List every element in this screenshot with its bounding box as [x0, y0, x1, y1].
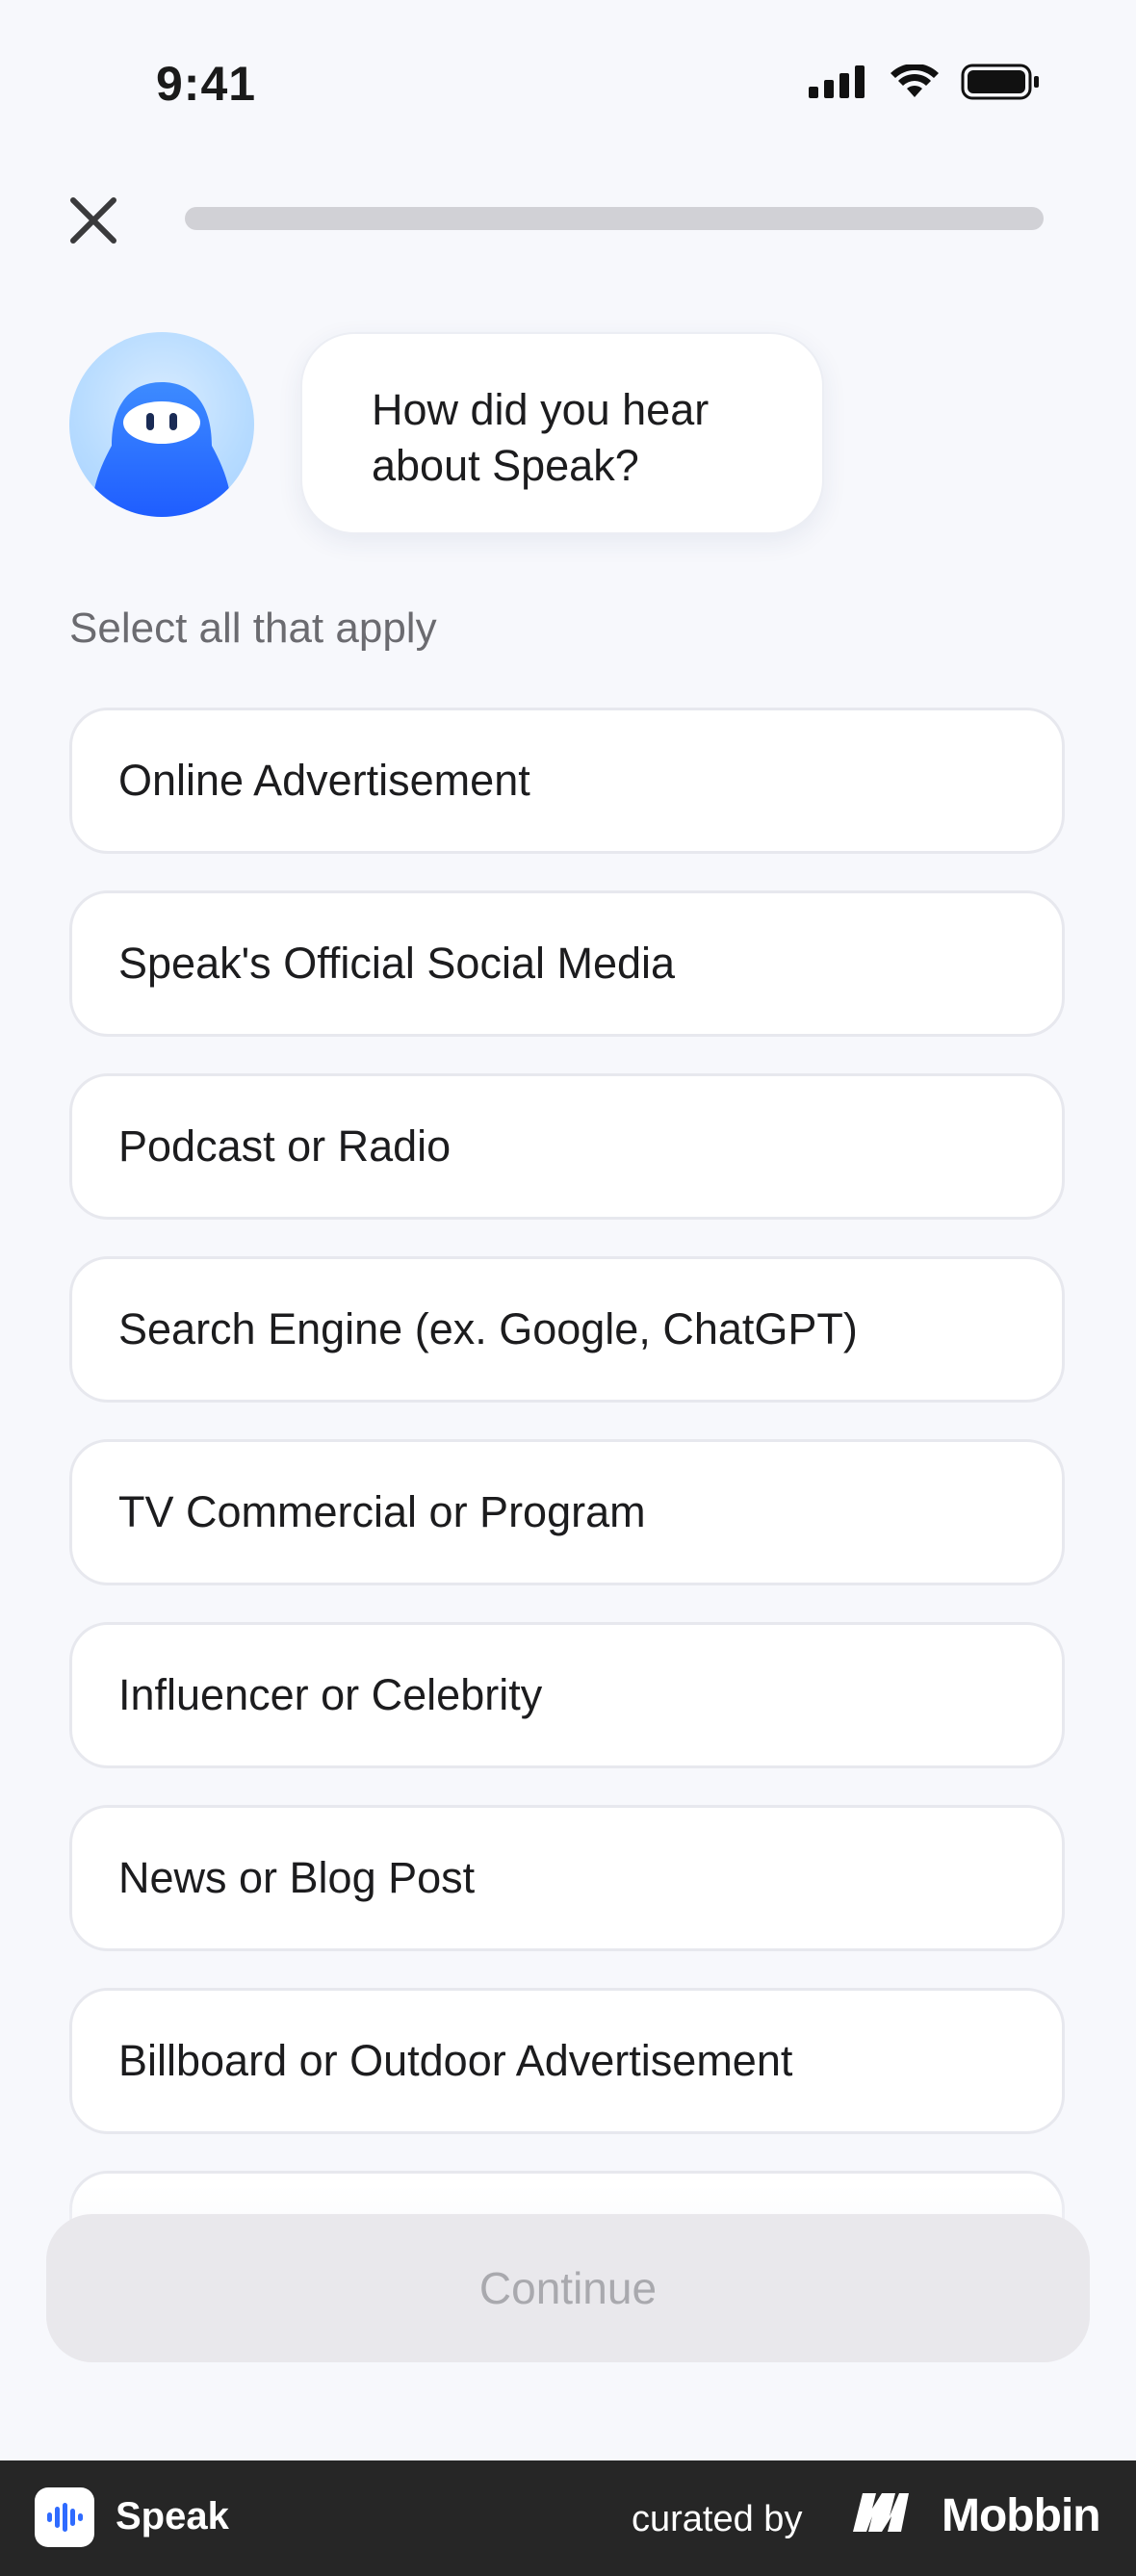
status-bar: 9:41 — [0, 0, 1136, 154]
options-list: Online Advertisement Speak's Official So… — [69, 708, 1065, 2171]
option-official-social-media[interactable]: Speak's Official Social Media — [69, 890, 1065, 1037]
wifi-icon — [891, 64, 939, 97]
option-search-engine[interactable]: Search Engine (ex. Google, ChatGPT) — [69, 1256, 1065, 1403]
mobbin-brand-name: Mobbin — [942, 2490, 1101, 2541]
option-influencer-celebrity[interactable]: Influencer or Celebrity — [69, 1622, 1065, 1768]
mobbin-logo-icon — [853, 2493, 909, 2532]
top-bar — [0, 173, 1136, 260]
status-icons — [809, 64, 1040, 100]
close-icon — [70, 197, 116, 244]
speak-waveform-icon — [47, 2503, 83, 2532]
speak-mascot-avatar — [69, 332, 254, 517]
speak-mascot-icon — [90, 382, 233, 517]
cellular-signal-icon — [809, 65, 865, 98]
curated-by-label: curated by — [632, 2499, 803, 2539]
continue-button[interactable]: Continue — [46, 2214, 1090, 2362]
progress-bar — [185, 207, 1044, 230]
battery-icon — [961, 64, 1039, 100]
select-hint: Select all that apply — [69, 605, 437, 652]
option-online-advertisement[interactable]: Online Advertisement — [69, 708, 1065, 854]
speak-app-icon — [35, 2487, 94, 2547]
footer-app-name: Speak — [116, 2495, 229, 2537]
option-billboard-outdoor[interactable]: Billboard or Outdoor Advertisement — [69, 1988, 1065, 2134]
option-podcast-radio[interactable]: Podcast or Radio — [69, 1073, 1065, 1220]
option-news-blog[interactable]: News or Blog Post — [69, 1805, 1065, 1951]
option-tv-commercial[interactable]: TV Commercial or Program — [69, 1439, 1065, 1585]
close-button[interactable] — [60, 187, 127, 254]
question-bubble: How did you hear about Speak? — [300, 332, 824, 534]
status-time: 9:41 — [156, 57, 257, 111]
mobbin-footer: Speak curated by Mobbin — [0, 2460, 1136, 2576]
